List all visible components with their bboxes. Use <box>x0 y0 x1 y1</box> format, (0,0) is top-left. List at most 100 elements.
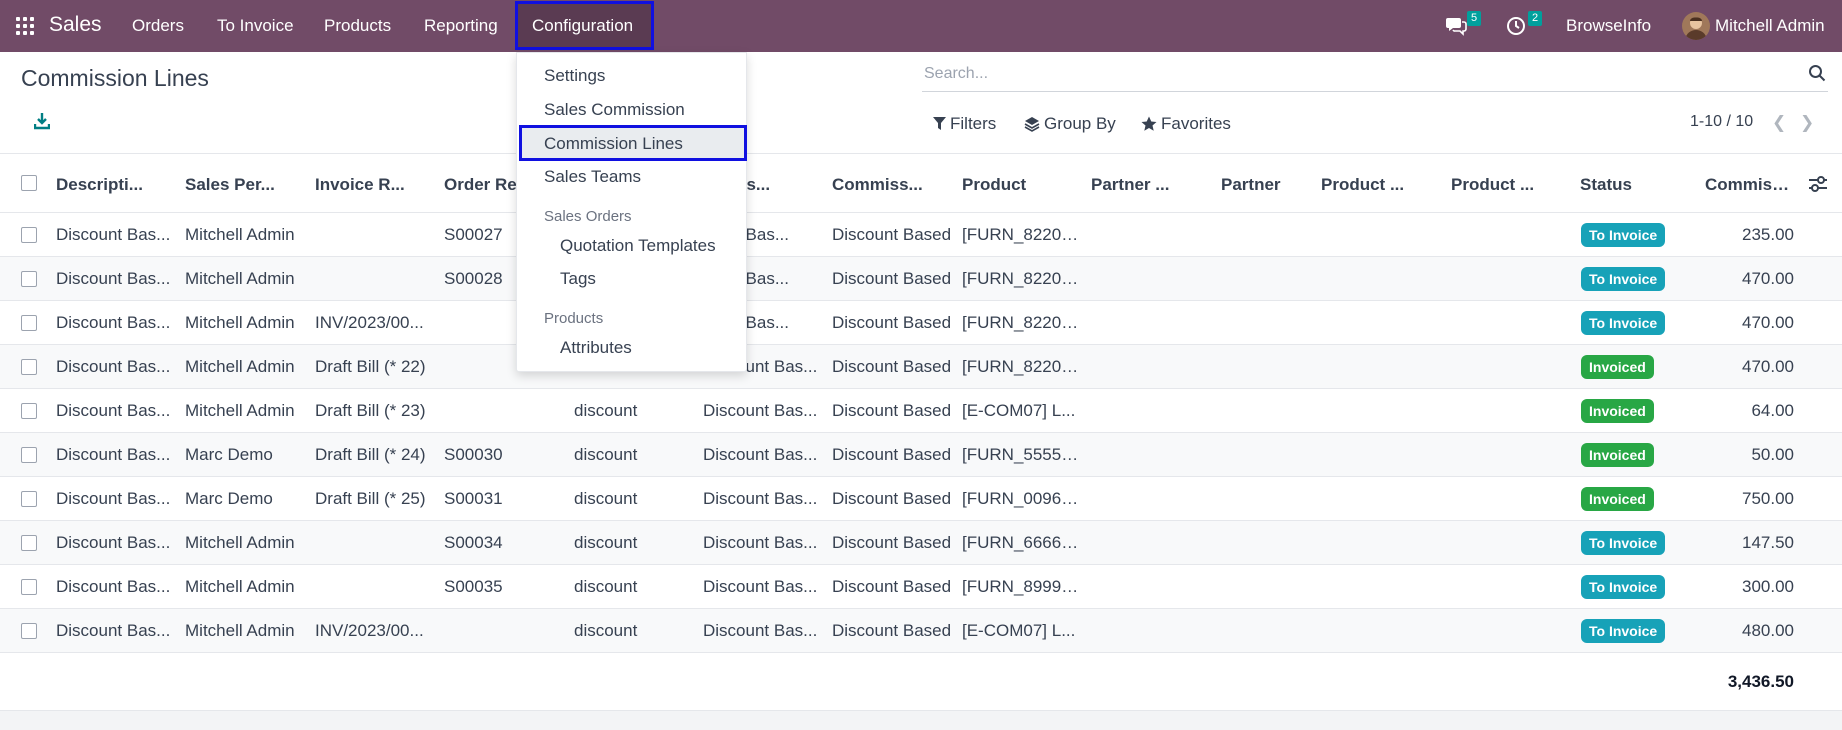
table-row[interactable]: Discount Bas...Mitchell AdminS00028disco… <box>0 257 1842 301</box>
col-partner-type[interactable]: Partner ... <box>1091 175 1206 195</box>
table-row[interactable]: Discount Bas... Mitchell Admin S00035 disco… <box>0 565 1842 609</box>
cell-commission-amount: 480.00 <box>1742 621 1794 640</box>
group-by-button[interactable]: Group By <box>1024 114 1116 134</box>
table-row[interactable]: Discount Bas... Mitchell Admin Draft Bill … <box>0 389 1842 433</box>
cell-commission-amount: 50.00 <box>1751 445 1794 464</box>
row-checkbox[interactable] <box>21 403 37 419</box>
status-badge: Invoiced <box>1581 443 1654 467</box>
select-all-checkbox[interactable] <box>21 175 37 191</box>
download-icon[interactable] <box>33 112 51 130</box>
dropdown-sales-commission[interactable]: Sales Commission <box>544 100 685 120</box>
status-badge: To Invoice <box>1581 619 1666 643</box>
optional-columns-icon[interactable] <box>1808 175 1828 193</box>
table-row[interactable]: Discount Bas... Mitchell Admin S00034 disco… <box>0 521 1842 565</box>
row-checkbox[interactable] <box>21 315 37 331</box>
menu-configuration-label[interactable]: Configuration <box>532 16 633 36</box>
table-row[interactable]: Discount Bas... Marc Demo Draft Bill (* 24… <box>0 433 1842 477</box>
table-header: Descripti... Sales Per... Invoice R... O… <box>0 153 1842 213</box>
favorites-button[interactable]: Favorites <box>1141 114 1231 134</box>
menu-to-invoice[interactable]: To Invoice <box>217 16 294 36</box>
col-invoice-ref[interactable]: Invoice R... <box>315 175 430 195</box>
filters-button[interactable]: Filters <box>933 114 996 134</box>
table-row[interactable]: Discount Bas... Mitchell Admin Draft Bill … <box>0 345 1842 389</box>
cell-commission-rule: Discount Bas... <box>703 489 818 508</box>
dropdown-settings[interactable]: Settings <box>544 66 605 86</box>
pager-value[interactable]: 1-10 / 10 <box>1690 113 1753 131</box>
row-checkbox[interactable] <box>21 271 37 287</box>
cell-commission-amount: 235.00 <box>1742 225 1794 244</box>
row-checkbox[interactable] <box>21 535 37 551</box>
row-checkbox[interactable] <box>21 227 37 243</box>
cell-order-ref: S00030 <box>444 445 503 464</box>
row-checkbox[interactable] <box>21 491 37 507</box>
cell-commission: Discount Based <box>832 401 952 420</box>
apps-grid-icon[interactable] <box>16 17 34 35</box>
group-by-label: Group By <box>1044 114 1116 133</box>
cell-commission-amount: 300.00 <box>1742 577 1794 596</box>
menu-products[interactable]: Products <box>324 16 391 36</box>
cell-commission-rule: Discount Bas... <box>703 577 818 596</box>
table-row[interactable]: Discount Bas...Mitchell AdminS00027disco… <box>0 213 1842 257</box>
cell-invoice-ref: Draft Bill (* 22) <box>315 357 426 376</box>
col-product[interactable]: Product <box>962 175 1077 195</box>
commission-total: 3,436.50 <box>1727 672 1794 691</box>
search-input[interactable]: Search... <box>924 65 988 83</box>
dropdown-quotation-templates[interactable]: Quotation Templates <box>560 236 716 256</box>
dropdown-attributes[interactable]: Attributes <box>560 338 632 358</box>
company-switcher[interactable]: BrowseInfo <box>1566 16 1651 36</box>
chat-icon[interactable] <box>1445 16 1467 36</box>
user-menu-name[interactable]: Mitchell Admin <box>1715 16 1825 36</box>
cell-commission: Discount Based <box>832 489 952 508</box>
table-row[interactable]: Discount Bas... Mitchell Admin INV/2023/00… <box>0 609 1842 653</box>
col-product-category[interactable]: Product ... <box>1321 175 1436 195</box>
col-sales-person[interactable]: Sales Per... <box>185 175 300 195</box>
status-badge: To Invoice <box>1581 267 1666 291</box>
cell-type: discount <box>574 401 638 420</box>
col-status[interactable]: Status <box>1580 175 1680 195</box>
layers-icon <box>1024 117 1040 132</box>
table-row[interactable]: Discount Bas... Mitchell Admin INV/2023/00… <box>0 301 1842 345</box>
cell-invoice-ref: Draft Bill (* 24) <box>315 445 426 464</box>
col-partner[interactable]: Partner <box>1221 175 1336 195</box>
star-icon <box>1141 116 1157 131</box>
cell-product: [FURN_6666]... <box>962 533 1080 552</box>
menu-orders[interactable]: Orders <box>132 16 184 36</box>
top-navbar: Sales Orders To Invoice Products Reporti… <box>0 0 1842 52</box>
pager-next-icon[interactable]: ❯ <box>1800 113 1814 133</box>
cell-sales-person: Mitchell Admin <box>185 533 295 552</box>
cell-order-ref: S00031 <box>444 489 503 508</box>
row-checkbox[interactable] <box>21 623 37 639</box>
cell-invoice-ref: Draft Bill (* 23) <box>315 401 426 420</box>
app-brand[interactable]: Sales <box>49 13 102 37</box>
cell-type: discount <box>574 577 638 596</box>
status-badge: Invoiced <box>1581 355 1654 379</box>
dropdown-tags[interactable]: Tags <box>560 269 596 289</box>
activity-clock-icon[interactable] <box>1506 16 1526 36</box>
table-footer: 3,436.50 <box>0 653 1842 711</box>
favorites-label: Favorites <box>1161 114 1231 133</box>
cell-description: Discount Bas... <box>56 225 171 244</box>
menu-reporting[interactable]: Reporting <box>424 16 498 36</box>
cell-type: discount <box>574 533 638 552</box>
col-commission[interactable]: Commiss... <box>832 175 947 195</box>
col-product-variant[interactable]: Product ... <box>1451 175 1566 195</box>
dropdown-commission-lines[interactable]: Commission Lines <box>544 134 683 154</box>
cell-sales-person: Mitchell Admin <box>185 313 295 332</box>
row-checkbox[interactable] <box>21 359 37 375</box>
cell-order-ref: S00034 <box>444 533 503 552</box>
row-checkbox[interactable] <box>21 447 37 463</box>
cell-type: discount <box>574 489 638 508</box>
search-bar[interactable]: Search... <box>922 60 1828 92</box>
status-badge: To Invoice <box>1581 575 1666 599</box>
row-checkbox[interactable] <box>21 579 37 595</box>
col-description[interactable]: Descripti... <box>56 175 171 195</box>
pager-prev-icon[interactable]: ❮ <box>1772 113 1786 133</box>
col-commission-amount[interactable]: Commiss... <box>1705 175 1795 195</box>
search-icon[interactable] <box>1808 64 1826 82</box>
user-avatar[interactable] <box>1682 12 1710 40</box>
cell-type: discount <box>574 621 638 640</box>
table-row[interactable]: Discount Bas... Marc Demo Draft Bill (* 25… <box>0 477 1842 521</box>
dropdown-sales-teams[interactable]: Sales Teams <box>544 167 641 187</box>
col-order-ref[interactable]: Order Re <box>444 175 524 195</box>
cell-type: discount <box>574 445 638 464</box>
